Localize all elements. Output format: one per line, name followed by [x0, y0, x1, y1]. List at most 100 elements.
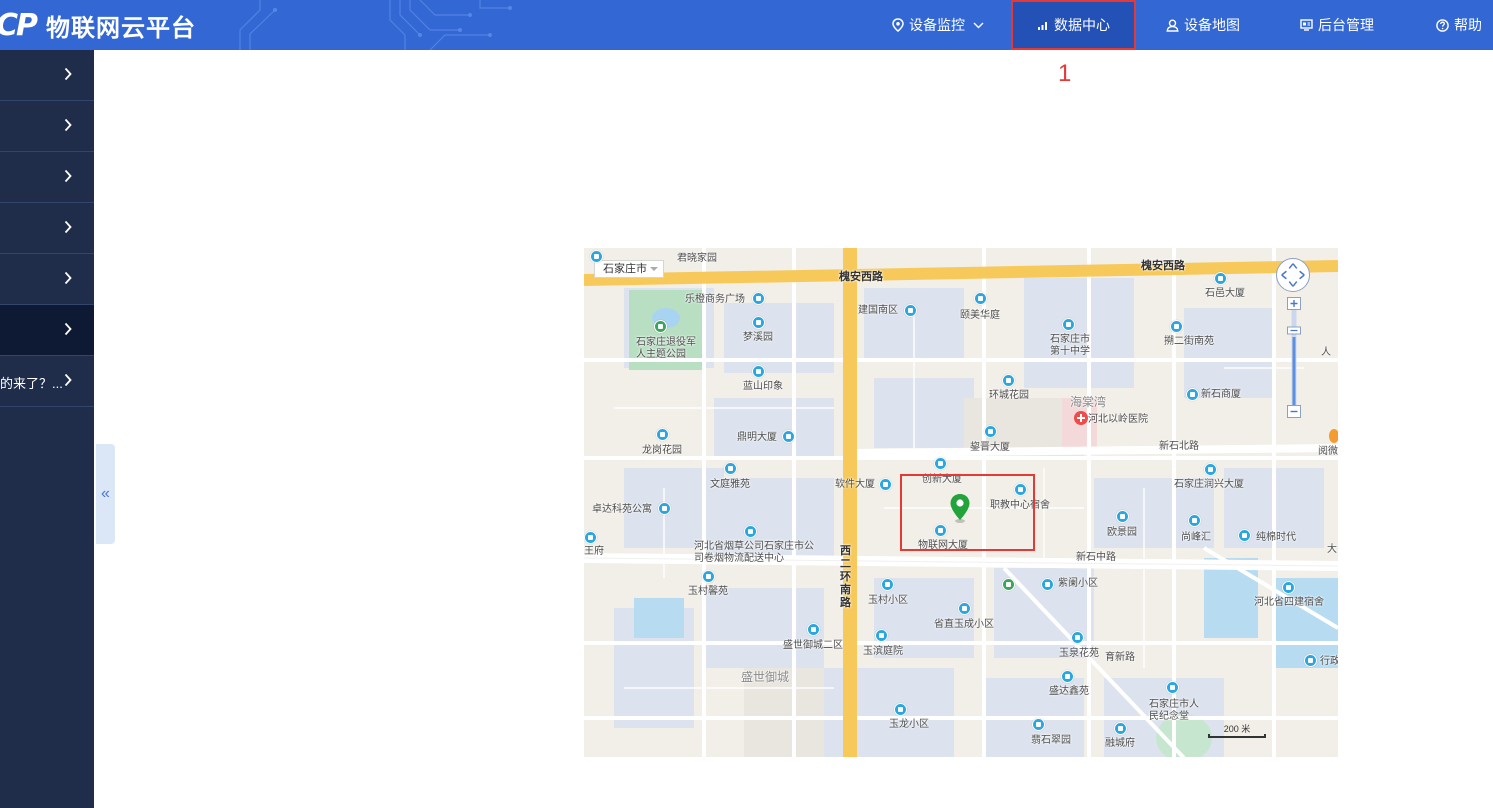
map-label: 梦溪园 — [743, 332, 773, 343]
map-label: 玉龙小区 — [889, 719, 929, 730]
poi-icon[interactable] — [807, 623, 820, 636]
poi-icon[interactable] — [974, 292, 987, 305]
hospital-icon[interactable] — [1074, 411, 1088, 425]
map-label: 河北省烟草公司石家庄市公司卷烟物流配送中心 — [694, 541, 814, 564]
sidebar-item-label: 的来了？... — [0, 376, 63, 391]
poi-icon[interactable] — [1170, 320, 1183, 333]
map-label: 君晓家园 — [677, 253, 717, 264]
poi-icon[interactable] — [1061, 670, 1074, 683]
circuit-decoration — [239, 0, 512, 50]
poi-icon[interactable] — [881, 578, 894, 591]
map-label: 蓝山印象 — [743, 381, 783, 392]
poi-icon[interactable] — [1041, 578, 1054, 591]
road-label: 新石中路 — [1076, 552, 1116, 563]
map-label: 石家庄市人民纪念堂 — [1149, 699, 1199, 722]
map-label: 紫阑小区 — [1058, 578, 1098, 589]
map-label: 玉泉花苑 — [1059, 648, 1099, 659]
map-label: 人 — [1321, 347, 1331, 358]
map-label: 搠二街南苑 — [1164, 336, 1214, 347]
poi-icon[interactable] — [744, 525, 757, 538]
map-pan-control[interactable] — [1276, 258, 1310, 292]
poi-icon[interactable] — [1114, 722, 1127, 735]
map-label: 鼎明大厦 — [737, 432, 777, 443]
poi-icon[interactable] — [894, 703, 907, 716]
poi-icon[interactable] — [958, 602, 971, 615]
nav-device-monitor[interactable]: 设备监控 — [892, 0, 984, 50]
poi-icon[interactable] — [658, 502, 671, 515]
poi-icon[interactable] — [1186, 388, 1199, 401]
poi-icon[interactable] — [1032, 718, 1045, 731]
poi-icon[interactable] — [584, 531, 597, 544]
poi-icon[interactable] — [702, 570, 715, 583]
poi-icon[interactable] — [1166, 681, 1179, 694]
city-selector[interactable]: 石家庄市 — [594, 260, 664, 278]
poi-icon[interactable] — [879, 478, 892, 491]
nav-device-map[interactable]: 设备地图 — [1166, 0, 1240, 50]
sidebar-item-3[interactable] — [0, 152, 94, 203]
park-icon[interactable] — [1002, 578, 1015, 591]
question-circle-icon — [1436, 18, 1449, 32]
map-label: 玉村小区 — [868, 595, 908, 606]
poi-icon[interactable] — [1282, 581, 1295, 594]
sidebar-item-7[interactable]: 的来了？... — [0, 356, 94, 407]
map-label: 河北以岭医院 — [1088, 414, 1148, 425]
sidebar-item-1[interactable] — [0, 50, 94, 101]
sidebar-item-6-active[interactable] — [0, 305, 94, 356]
poi-icon[interactable] — [752, 316, 765, 329]
park-icon[interactable] — [654, 320, 667, 333]
device-map[interactable]: 石家庄市 槐安西路 槐安西路 君晓家园 乐橙商务广场 石家庄退役军人主题公园 梦… — [584, 248, 1338, 757]
sidebar-collapse-button[interactable]: « — [96, 444, 115, 544]
chevron-right-icon — [64, 271, 72, 285]
poi-icon[interactable] — [1116, 510, 1129, 523]
nav-data-center[interactable]: 数据中心 — [1011, 0, 1136, 50]
poi-icon[interactable] — [1062, 318, 1075, 331]
poi-icon[interactable] — [656, 428, 669, 441]
annotation-highlight-box — [900, 474, 1035, 551]
poi-icon[interactable] — [1329, 429, 1338, 443]
map-label: 新石商厦 — [1201, 389, 1241, 400]
poi-icon[interactable] — [590, 250, 603, 263]
map-label: 石家庄润兴大厦 — [1174, 479, 1244, 490]
poi-icon[interactable] — [1214, 272, 1227, 285]
poi-icon[interactable] — [752, 365, 765, 378]
map-zoom-slider[interactable] — [1287, 297, 1301, 419]
poi-icon[interactable] — [1002, 374, 1015, 387]
map-label: 石家庄市第十中学 — [1050, 334, 1090, 357]
poi-icon[interactable] — [1204, 463, 1217, 476]
poi-icon[interactable] — [782, 430, 795, 443]
poi-icon[interactable] — [934, 457, 947, 470]
poi-icon[interactable] — [1304, 654, 1317, 667]
poi-icon[interactable] — [724, 462, 737, 475]
map-label: 海棠湾 — [1070, 395, 1107, 409]
app-title: 物联网云平台 — [46, 13, 197, 42]
sidebar-item-4[interactable] — [0, 203, 94, 254]
map-label: 河北省四建宿舍 — [1254, 597, 1324, 608]
nav-help[interactable]: 帮助 — [1436, 0, 1482, 50]
map-label: 龙岗花园 — [642, 445, 682, 456]
chevron-right-icon — [64, 169, 72, 183]
poi-icon[interactable] — [1238, 529, 1251, 542]
poi-icon[interactable] — [904, 304, 917, 317]
map-label: 环城花园 — [989, 390, 1029, 401]
road-label: 育新路 — [1105, 652, 1135, 663]
poi-icon[interactable] — [752, 292, 765, 305]
sidebar-item-2[interactable] — [0, 101, 94, 152]
chevron-right-icon — [64, 220, 72, 234]
chevron-right-icon — [64, 373, 72, 387]
nav-admin[interactable]: 后台管理 — [1300, 0, 1374, 50]
map-label: 盛世御城二区 — [783, 640, 843, 651]
poi-icon[interactable] — [1071, 631, 1084, 644]
map-label: 鋆晋大厦 — [970, 442, 1010, 453]
map-scale: 200 米 — [1208, 722, 1266, 740]
map-label: 玉滨庭院 — [863, 646, 903, 657]
map-label: 乐橙商务广场 — [685, 294, 745, 305]
app-logo[interactable]: CP 物联网云平台 — [0, 8, 197, 43]
map-label: 尚峰汇 — [1181, 532, 1211, 543]
nav-label: 设备监控 — [909, 17, 965, 33]
poi-icon[interactable] — [875, 629, 888, 642]
monitor-icon — [1300, 19, 1313, 31]
sidebar-item-5[interactable] — [0, 254, 94, 305]
poi-icon[interactable] — [984, 425, 997, 438]
location-pin-icon — [892, 18, 904, 32]
poi-icon[interactable] — [1188, 514, 1201, 527]
